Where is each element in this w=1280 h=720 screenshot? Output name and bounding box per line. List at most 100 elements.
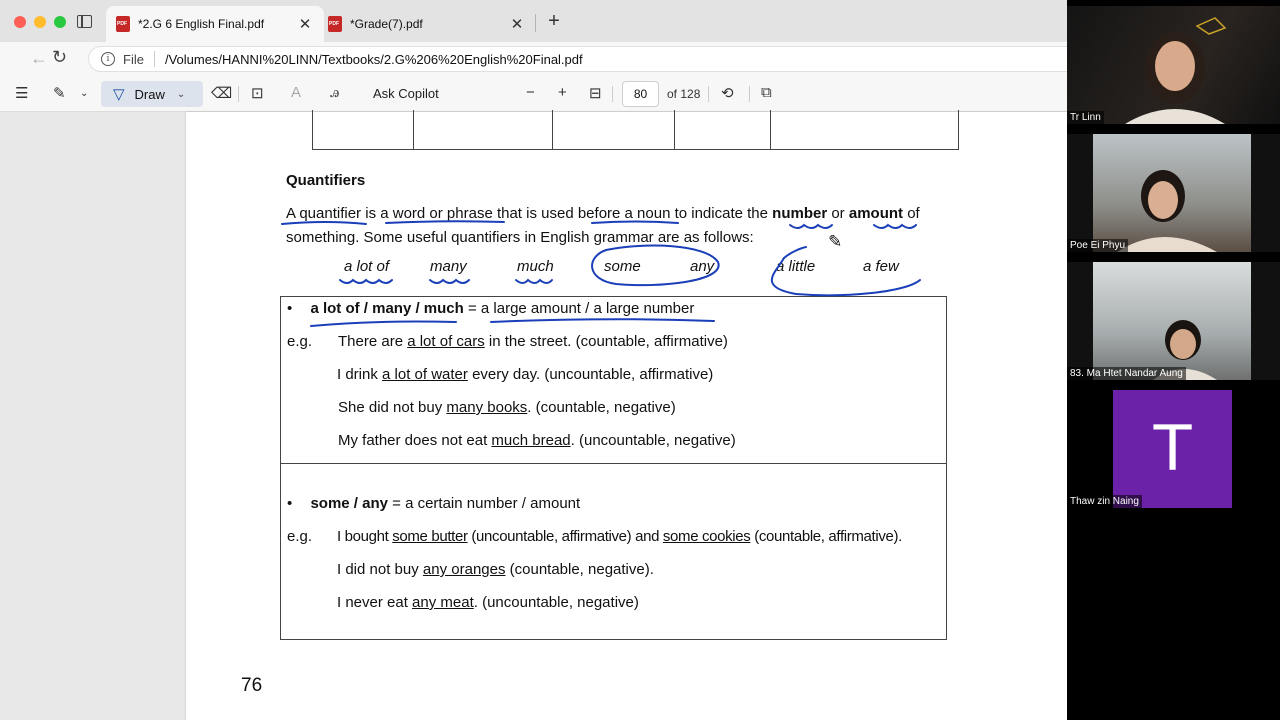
pen-cursor-icon: ✎ [828, 232, 843, 251]
rule-definition: = a certain number / amount [387, 495, 581, 512]
text-run: or [827, 205, 849, 222]
rule-definition: = a large amount / a large number [463, 300, 695, 317]
tab-english-final[interactable]: *2.G 6 English Final.pdf ✕ [106, 6, 324, 42]
participant-name: Thaw zin Naing [1067, 495, 1142, 508]
tab-title: *Grade(7).pdf [350, 17, 423, 31]
page-view-icon[interactable]: ⧉ [761, 84, 772, 101]
example-line: I never eat any meat. (uncountable, nega… [337, 594, 639, 611]
participant-tile[interactable]: 83. Ma Htet Nandar Aung [1067, 262, 1280, 380]
rule-box-many-much: • a lot of / many / much = a large amoun… [280, 296, 947, 464]
example-line: I did not buy any oranges (countable, ne… [337, 561, 654, 578]
new-tab-button[interactable]: + [543, 10, 565, 33]
toolbar-divider [612, 86, 613, 102]
section-heading: Quantifiers [286, 172, 366, 189]
read-aloud-icon[interactable]: A [291, 84, 301, 101]
info-icon[interactable]: i [101, 52, 115, 66]
tab-title: *2.G 6 English Final.pdf [138, 17, 265, 31]
quantifier-item: a few [863, 258, 899, 275]
draw-button[interactable]: ▽ Draw ⌄ [101, 81, 203, 107]
video-feed [1125, 17, 1227, 124]
pdf-file-icon [116, 16, 130, 32]
participant-name: Poe Ei Phyu [1067, 239, 1129, 252]
bullet: • [287, 300, 293, 317]
close-tab-icon[interactable]: ✕ [294, 15, 316, 33]
table-fragment [312, 110, 959, 150]
text-run: is a word or phrase that is used before … [361, 205, 773, 222]
participant-name: 83. Ma Htet Nandar Aung [1067, 367, 1186, 380]
quantifier-item: some [604, 258, 641, 275]
quantifier-item: a lot of [344, 258, 390, 275]
participant-name: Tr Linn [1067, 111, 1104, 124]
avatar: T [1113, 390, 1232, 508]
participant-panel: Tr Linn Poe Ei Phyu 83. Ma Htet Nandar A… [1067, 0, 1280, 720]
page-number-input[interactable]: 80 [622, 81, 659, 107]
example-line: I bought some butter (uncountable, affir… [337, 528, 902, 545]
quantifier-item: much [517, 258, 554, 275]
bullet: • [287, 495, 293, 512]
page-count: of 128 [667, 87, 701, 101]
toolbar-divider [749, 86, 750, 102]
highlight-icon[interactable]: ✎ [53, 84, 66, 102]
reload-icon[interactable]: ↻ [52, 47, 67, 68]
chevron-down-icon: ⌄ [176, 88, 186, 100]
video-feed [1067, 262, 1280, 380]
participant-tile[interactable]: T Thaw zin Naing [1067, 390, 1280, 508]
back-arrow-icon[interactable]: ← [30, 48, 48, 69]
translate-icon[interactable]: ꭿ [330, 84, 339, 101]
ask-copilot-button[interactable]: Ask Copilot [373, 86, 439, 101]
pdf-toolbar: ☰ ✎ ⌄ ▽ Draw ⌄ ⌫ ⊡ A ꭿ Ask Copilot − + ⊟… [0, 76, 1067, 112]
pdf-file-icon [328, 16, 342, 32]
definition-line-2: something. Some useful quantifiers in En… [286, 229, 754, 246]
rule-line: • some / any = a certain number / amount [287, 495, 580, 512]
ink-squiggle [429, 278, 470, 284]
participant-tile[interactable]: Tr Linn [1067, 6, 1280, 124]
rule-term: a lot of / many / much [310, 300, 464, 317]
pdf-page: Quantifiers A quantifier is a word or ph… [186, 110, 1067, 720]
text-run: A quantifier [286, 205, 362, 222]
draw-pen-icon: ▽ [113, 86, 125, 103]
maximize-window-button[interactable] [54, 16, 66, 28]
participant-tile[interactable]: Poe Ei Phyu [1067, 134, 1280, 252]
pdf-viewer[interactable]: Quantifiers A quantifier is a word or ph… [0, 110, 1067, 720]
url-scheme: File [123, 51, 144, 67]
rule-line: • a lot of / many / much = a large amoun… [287, 300, 694, 317]
ink-squiggle [873, 223, 917, 229]
quantifier-item: a little [776, 258, 816, 275]
page-number: 76 [241, 675, 263, 696]
toolbar-divider [238, 86, 239, 102]
rotate-icon[interactable]: ⟲ [721, 84, 734, 102]
fit-page-icon[interactable]: ⊟ [589, 84, 602, 102]
definition-line: A quantifier is a word or phrase that is… [286, 205, 920, 222]
text-run: number [772, 205, 828, 222]
minimize-window-button[interactable] [34, 16, 46, 28]
zoom-in-icon[interactable]: + [558, 84, 567, 101]
draw-label: Draw [134, 86, 165, 102]
eg-label: e.g. [287, 528, 313, 545]
example-line: There are a lot of cars in the street. (… [338, 333, 728, 350]
eraser-icon[interactable]: ⌫ [211, 84, 232, 102]
sidebar-toggle-icon[interactable] [77, 15, 92, 28]
eg-label: e.g. [287, 333, 313, 350]
text-run: of [903, 205, 920, 222]
chevron-down-icon[interactable]: ⌄ [80, 88, 88, 99]
ink-squiggle [789, 223, 833, 229]
address-bar[interactable]: i File /Volumes/HANNI%20LINN/Textbooks/2… [88, 46, 1067, 72]
url-divider [153, 51, 155, 67]
close-window-button[interactable] [14, 16, 26, 28]
close-tab-icon[interactable]: ✕ [506, 15, 528, 33]
zoom-out-icon[interactable]: − [526, 84, 535, 101]
contents-icon[interactable]: ☰ [15, 84, 28, 102]
url-text[interactable]: /Volumes/HANNI%20LINN/Textbooks/2.G%206%… [165, 52, 583, 67]
example-line: I drink a lot of water every day. (uncou… [337, 366, 714, 383]
rule-term: some / any [310, 495, 388, 512]
example-line: My father does not eat much bread. (unco… [338, 432, 736, 449]
ink-circle [783, 246, 807, 259]
text-run: amount [848, 205, 904, 222]
text-box-icon[interactable]: ⊡ [251, 84, 264, 102]
ink-squiggle [515, 278, 553, 284]
tab-bar: *2.G 6 English Final.pdf ✕ *Grade(7).pdf… [0, 0, 1067, 42]
example-line: She did not buy many books. (countable, … [338, 399, 676, 416]
tab-grade7[interactable]: *Grade(7).pdf ✕ [318, 6, 536, 42]
ink-underline [281, 221, 367, 225]
browser-window: *2.G 6 English Final.pdf ✕ *Grade(7).pdf… [0, 0, 1067, 720]
